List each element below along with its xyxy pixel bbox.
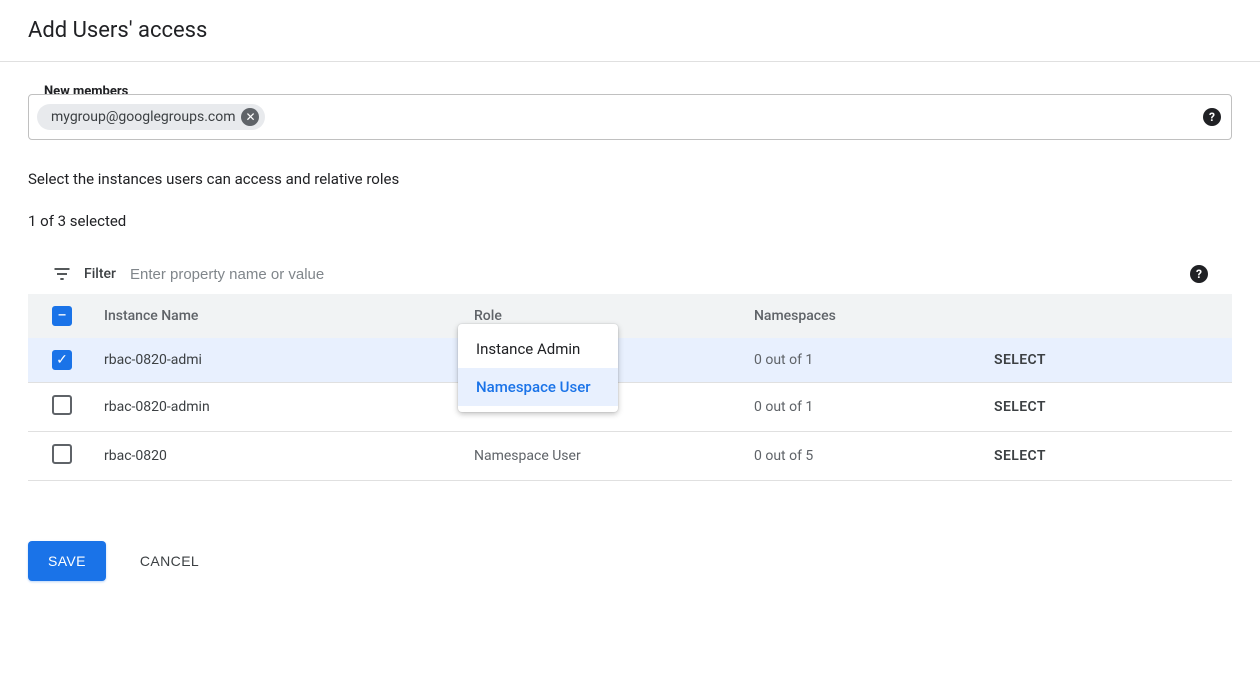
instructions-text: Select the instances users can access an… xyxy=(28,170,1232,188)
column-instance-name[interactable]: Instance Name xyxy=(88,294,458,338)
namespaces-text: 0 out of 1 xyxy=(754,399,813,415)
table-row[interactable]: ✓ rbac-0820-admi Instance Admin Namespac… xyxy=(28,338,1232,383)
select-all-checkbox[interactable]: – xyxy=(52,306,72,326)
cancel-button[interactable]: CANCEL xyxy=(134,552,205,570)
filter-label: Filter xyxy=(84,266,116,282)
page-title: Add Users' access xyxy=(0,0,1260,62)
row-checkbox[interactable]: ✓ xyxy=(52,350,72,370)
new-members-field[interactable]: New members mygroup@googlegroups.com ✕ ? xyxy=(28,94,1232,140)
help-icon[interactable]: ? xyxy=(1203,108,1221,126)
filter-input[interactable] xyxy=(128,265,1178,284)
role-option-instance-admin[interactable]: Instance Admin xyxy=(458,330,618,368)
filter-bar: Filter ? xyxy=(28,254,1232,294)
instance-name: rbac-0820-admin xyxy=(104,399,210,415)
column-namespaces[interactable]: Namespaces xyxy=(738,294,978,338)
select-namespaces-button[interactable]: SELECT xyxy=(994,448,1046,464)
selection-count: 1 of 3 selected xyxy=(28,212,1232,230)
select-namespaces-button[interactable]: SELECT xyxy=(994,352,1046,368)
row-checkbox[interactable] xyxy=(52,395,72,415)
role-option-namespace-user[interactable]: Namespace User xyxy=(458,368,618,406)
instances-table: – Instance Name Role Namespaces ✓ xyxy=(28,294,1232,481)
row-checkbox[interactable] xyxy=(52,444,72,464)
instance-name: rbac-0820-admi xyxy=(104,352,202,368)
namespaces-text: 0 out of 1 xyxy=(754,352,813,368)
member-chip-text: mygroup@googlegroups.com xyxy=(51,109,235,125)
member-chip[interactable]: mygroup@googlegroups.com ✕ xyxy=(37,104,265,130)
table-row[interactable]: rbac-0820 Namespace User 0 out of 5 SELE… xyxy=(28,432,1232,481)
table-row[interactable]: rbac-0820-admin 0 out of 1 SELECT xyxy=(28,383,1232,432)
role-dropdown: Instance Admin Namespace User xyxy=(458,324,618,412)
namespaces-text: 0 out of 5 xyxy=(754,448,813,464)
remove-chip-icon[interactable]: ✕ xyxy=(241,108,259,126)
role-select-trigger[interactable]: Namespace User xyxy=(474,448,581,464)
save-button[interactable]: SAVE xyxy=(28,541,106,581)
select-namespaces-button[interactable]: SELECT xyxy=(994,399,1046,415)
instance-name: rbac-0820 xyxy=(104,448,167,464)
help-icon[interactable]: ? xyxy=(1190,265,1208,283)
filter-icon xyxy=(52,264,72,284)
